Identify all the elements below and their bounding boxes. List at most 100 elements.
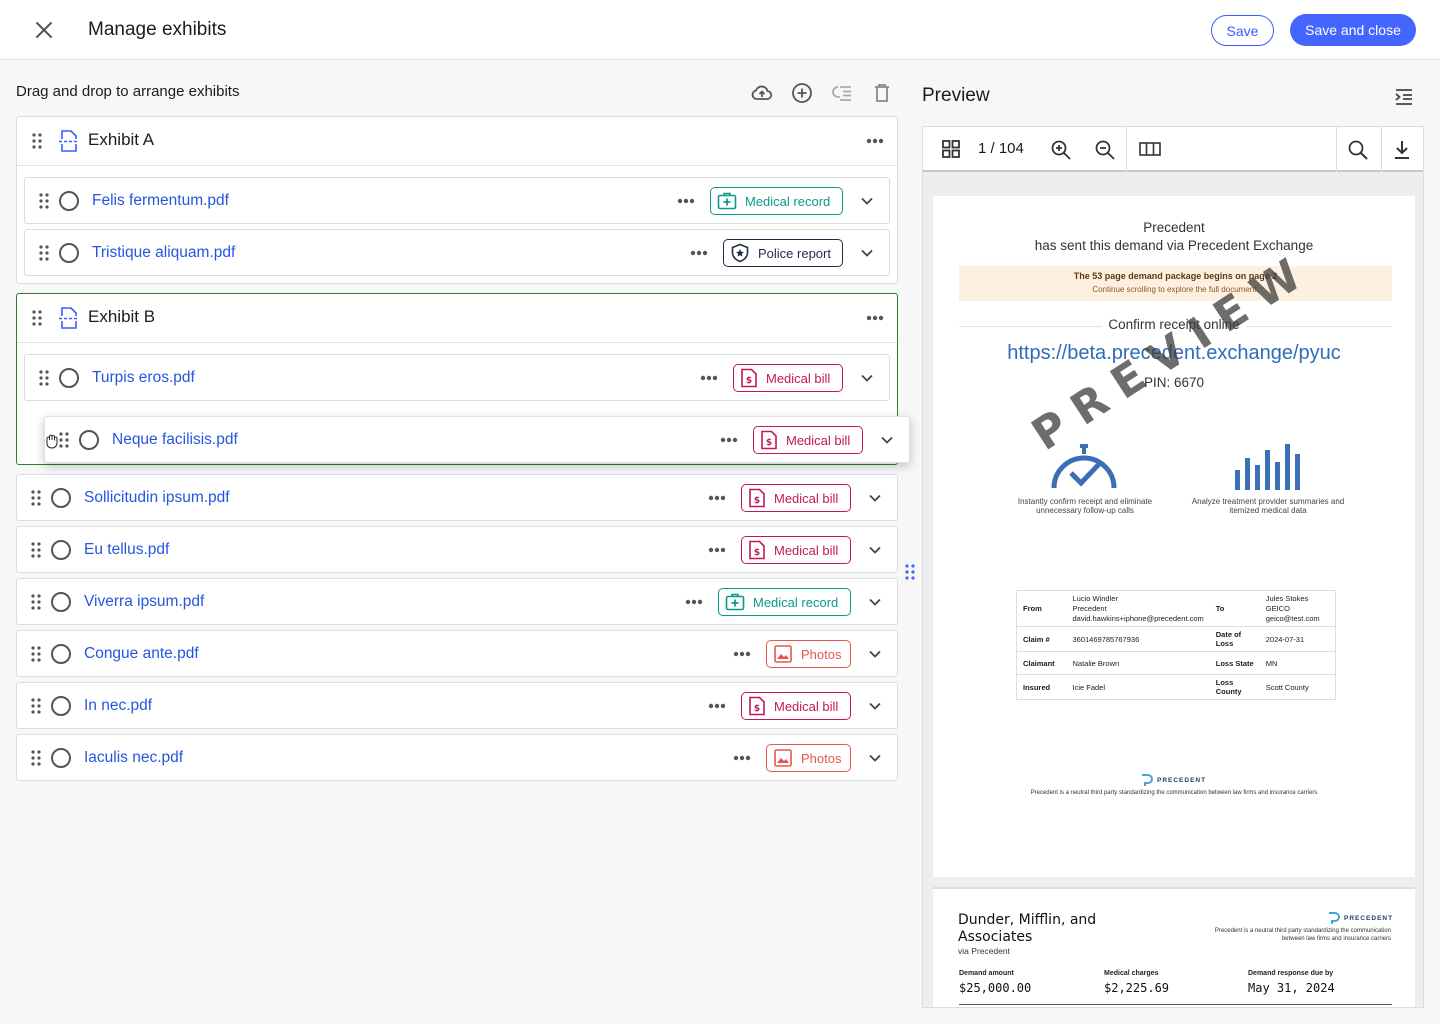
more-options-icon[interactable] (733, 755, 751, 761)
select-radio[interactable] (51, 488, 71, 508)
chevron-down-icon[interactable] (859, 193, 875, 209)
more-options-icon[interactable] (866, 315, 884, 321)
file-row[interactable]: Viverra ipsum.pdf Medical record (16, 578, 898, 625)
chevron-down-icon[interactable] (867, 698, 883, 714)
file-row[interactable]: In nec.pdf $ Medical bill (16, 682, 898, 729)
chevron-down-icon[interactable] (867, 594, 883, 610)
exhibit-header: Exhibit B (17, 294, 897, 343)
file-name[interactable]: Tristique aliquam.pdf (92, 244, 235, 262)
medical-bill-icon: $ (741, 368, 757, 388)
more-options-icon[interactable] (866, 138, 884, 144)
tag-badge[interactable]: Medical record (718, 588, 851, 616)
drag-handle-icon[interactable] (31, 750, 41, 766)
drag-handle-icon[interactable] (31, 594, 41, 610)
drag-handle-icon[interactable] (39, 193, 49, 209)
more-options-icon[interactable] (690, 250, 708, 256)
file-name[interactable]: Felis fermentum.pdf (92, 192, 229, 210)
zoom-in-icon[interactable] (1050, 139, 1072, 161)
chevron-down-icon[interactable] (859, 370, 875, 386)
file-name[interactable]: Turpis eros.pdf (92, 369, 195, 387)
collapse-panel-icon[interactable] (1394, 88, 1414, 106)
more-options-icon[interactable] (733, 651, 751, 657)
file-row[interactable]: Congue ante.pdf Photos (16, 630, 898, 677)
file-name[interactable]: In nec.pdf (84, 697, 152, 715)
grid-view-icon[interactable] (941, 139, 961, 159)
tag-badge[interactable]: Photos (766, 744, 851, 772)
drag-handle-icon[interactable] (32, 133, 42, 149)
more-options-icon[interactable] (720, 437, 738, 443)
more-options-icon[interactable] (700, 375, 718, 381)
more-options-icon[interactable] (677, 198, 695, 204)
close-icon[interactable] (32, 18, 56, 42)
file-name[interactable]: Iaculis nec.pdf (84, 749, 183, 767)
select-radio[interactable] (51, 748, 71, 768)
drag-handle-icon[interactable] (31, 698, 41, 714)
select-radio[interactable] (59, 243, 79, 263)
file-name[interactable]: Neque facilisis.pdf (112, 431, 238, 449)
preview-page: Dunder, Mifflin, and Associates via Prec… (933, 887, 1415, 1007)
drag-handle-icon[interactable] (39, 370, 49, 386)
file-row[interactable]: Sollicitudin ipsum.pdf $ Medical bill (16, 474, 898, 521)
precedent-logo-text: PRECEDENT (1157, 776, 1207, 784)
file-name[interactable]: Eu tellus.pdf (84, 541, 169, 559)
tag-badge[interactable]: $ Medical bill (741, 692, 851, 720)
select-radio[interactable] (51, 644, 71, 664)
page-indicator: 1 / 104 (978, 140, 1024, 157)
drag-handle-icon[interactable] (59, 432, 69, 448)
select-radio[interactable] (51, 696, 71, 716)
dragging-file-row[interactable]: Neque facilisis.pdf $ Medical bill (44, 416, 910, 463)
more-options-icon[interactable] (685, 599, 703, 605)
tag-badge[interactable]: $ Medical bill (733, 364, 843, 392)
file-row[interactable]: Eu tellus.pdf $ Medical bill (16, 526, 898, 573)
toolbar-divider (1336, 127, 1337, 172)
drag-handle-icon[interactable] (31, 490, 41, 506)
file-row[interactable]: Turpis eros.pdf $ Medical bill (24, 354, 890, 401)
top-bar: Manage exhibits Save Save and close (0, 0, 1440, 60)
tag-badge[interactable]: $ Medical bill (741, 536, 851, 564)
panel-resize-handle-icon[interactable] (905, 564, 915, 580)
select-radio[interactable] (79, 430, 99, 450)
page-title: Manage exhibits (88, 19, 227, 40)
tag-badge[interactable]: $ Medical bill (753, 426, 863, 454)
two-page-view-icon[interactable] (1138, 140, 1162, 158)
zoom-out-icon[interactable] (1094, 139, 1116, 161)
tag-badge[interactable]: Police report (723, 239, 843, 267)
save-and-close-button[interactable]: Save and close (1290, 14, 1416, 46)
drag-handle-icon[interactable] (39, 245, 49, 261)
add-circle-icon[interactable] (790, 81, 814, 105)
select-radio[interactable] (59, 368, 79, 388)
chevron-down-icon[interactable] (867, 646, 883, 662)
save-button[interactable]: Save (1211, 15, 1274, 46)
claim-value: 3601469785767936 (1066, 626, 1210, 653)
drag-handle-icon[interactable] (32, 310, 42, 326)
trash-icon[interactable] (870, 81, 894, 105)
more-options-icon[interactable] (708, 703, 726, 709)
tag-badge[interactable]: Photos (766, 640, 851, 668)
file-row[interactable]: Tristique aliquam.pdf Police report (24, 229, 890, 276)
chevron-down-icon[interactable] (867, 490, 883, 506)
tag-badge[interactable]: Medical record (710, 187, 843, 215)
chevron-down-icon[interactable] (859, 245, 875, 261)
chevron-down-icon[interactable] (879, 432, 895, 448)
drag-handle-icon[interactable] (31, 646, 41, 662)
select-radio[interactable] (51, 592, 71, 612)
search-icon[interactable] (1347, 139, 1369, 161)
exhibit-icon (59, 130, 79, 152)
tag-badge[interactable]: $ Medical bill (741, 484, 851, 512)
cloud-upload-icon[interactable] (750, 81, 774, 105)
select-radio[interactable] (51, 540, 71, 560)
select-radio[interactable] (59, 191, 79, 211)
list-indent-icon[interactable] (830, 81, 854, 105)
more-options-icon[interactable] (708, 495, 726, 501)
drag-handle-icon[interactable] (31, 542, 41, 558)
file-row[interactable]: Felis fermentum.pdf Medical record (24, 177, 890, 224)
file-name[interactable]: Viverra ipsum.pdf (84, 593, 204, 611)
chevron-down-icon[interactable] (867, 750, 883, 766)
file-name[interactable]: Congue ante.pdf (84, 645, 199, 663)
police-shield-icon (731, 243, 749, 263)
download-icon[interactable] (1392, 139, 1412, 161)
chevron-down-icon[interactable] (867, 542, 883, 558)
file-row[interactable]: Iaculis nec.pdf Photos (16, 734, 898, 781)
more-options-icon[interactable] (708, 547, 726, 553)
file-name[interactable]: Sollicitudin ipsum.pdf (84, 489, 230, 507)
